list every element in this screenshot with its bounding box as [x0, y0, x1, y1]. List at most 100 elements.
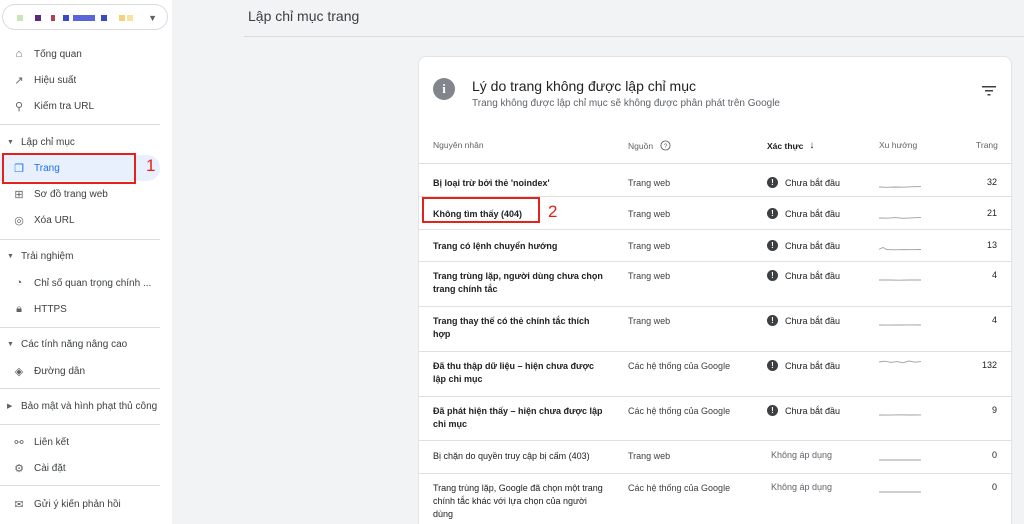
column-header-pages[interactable]: Trang: [976, 140, 998, 150]
row-page-count: 32: [986, 177, 997, 187]
row-source: Trang web: [628, 271, 671, 281]
sitemap-icon: ⊞: [14, 188, 24, 201]
divider: [0, 424, 160, 425]
status-label: Chưa bắt đầu: [785, 208, 841, 219]
table-row[interactable]: Trang thay thế có thẻ chính tắc thích hợ…: [419, 306, 1011, 351]
property-color-dot: [17, 15, 23, 21]
section-label: Bảo mật và hình phạt thủ công: [21, 400, 158, 412]
row-reason: Trang thay thế có thẻ chính tắc thích hợ…: [433, 316, 590, 339]
sidebar-item-label: Tổng quan: [34, 48, 82, 60]
table-row[interactable]: Trang trùng lặp, Google đã chọn một tran…: [419, 473, 1011, 524]
trend-sparkline: [879, 216, 921, 219]
warning-icon: !: [767, 315, 778, 326]
home-icon: ⌂: [15, 48, 23, 60]
caret-down-icon: ▼: [7, 252, 14, 260]
column-header-label: Xu hướng: [879, 140, 918, 150]
row-source: Trang web: [628, 178, 671, 188]
table-row[interactable]: Bị chặn do quyền truy cập bị cấm (403) T…: [419, 440, 1011, 473]
trend-sparkline: [879, 279, 921, 281]
property-color-dot: [63, 15, 69, 21]
row-validation-status: ! Chưa bắt đầu: [767, 240, 840, 251]
trend-sparkline: [879, 459, 921, 461]
sidebar-item-https[interactable]: 🔒︎ HTTPS: [0, 296, 160, 322]
sidebar-item-settings[interactable]: ⚙ Cài đặt: [0, 455, 160, 481]
property-color-dot: [119, 15, 125, 21]
table-row[interactable]: Đã phát hiện thấy – hiện chưa được lập c…: [419, 396, 1011, 440]
section-enhancements[interactable]: ▼ Các tính năng nâng cao: [0, 333, 160, 355]
sidebar-item-url-inspection[interactable]: ⚲ Kiểm tra URL: [0, 93, 160, 119]
sidebar-item-core-web-vitals[interactable]: ◔ Chỉ số quan trọng chính ...: [0, 270, 160, 296]
annotation-number-1: 1: [146, 156, 156, 175]
row-validation-status: Không áp dụng: [771, 450, 832, 460]
column-header-trend[interactable]: Xu hướng: [879, 140, 917, 150]
speed-icon: ◔: [15, 277, 23, 289]
warning-icon: !: [767, 270, 778, 281]
row-validation-status: ! Chưa bắt đầu: [767, 177, 840, 188]
section-experience[interactable]: ▼ Trải nghiệm: [0, 245, 160, 267]
column-header-reason[interactable]: Nguyên nhân: [433, 140, 484, 150]
sidebar-item-sitemaps[interactable]: ⊞ Sơ đồ trang web: [0, 181, 160, 207]
links-icon: ⚯: [14, 436, 24, 449]
property-color-dot: [127, 15, 133, 21]
trend-sparkline: [879, 360, 921, 364]
row-reason: Trang trùng lặp, người dùng chưa chọn tr…: [433, 271, 603, 294]
sidebar-item-removals[interactable]: ◎ Xóa URL: [0, 207, 160, 233]
row-source: Trang web: [628, 241, 671, 251]
section-label: Trải nghiệm: [21, 250, 74, 262]
trend-sparkline: [879, 324, 921, 326]
column-header-label: Nguyên nhân: [433, 140, 484, 150]
sidebar-item-links[interactable]: ⚯ Liên kết: [0, 429, 160, 455]
sidebar-item-label: HTTPS: [34, 303, 67, 315]
sidebar-item-feedback[interactable]: ✉ Gửi ý kiến phản hồi: [0, 491, 160, 517]
sidebar-item-label: Chỉ số quan trọng chính ...: [34, 277, 152, 289]
property-color-dot: [73, 15, 95, 21]
sidebar-item-overview[interactable]: ⌂ Tổng quan: [0, 41, 160, 67]
caret-down-icon: ▼: [148, 13, 157, 23]
row-validation-status: Không áp dụng: [771, 482, 832, 492]
annotation-number-2: 2: [548, 202, 558, 221]
row-page-count: 9: [991, 405, 997, 415]
row-page-count: 132: [981, 360, 997, 370]
table-row[interactable]: Trang trùng lặp, người dùng chưa chọn tr…: [419, 261, 1011, 306]
trend-sparkline: [879, 186, 921, 188]
row-source: Các hệ thống của Google: [628, 406, 731, 416]
column-header-label: Trang: [976, 140, 998, 150]
svg-text:?: ?: [664, 143, 668, 150]
row-page-count: 4: [991, 315, 997, 325]
property-selector[interactable]: ▼: [2, 4, 168, 30]
status-label: Chưa bắt đầu: [785, 240, 841, 251]
section-label: Lập chỉ mục: [21, 136, 75, 148]
column-header-validation[interactable]: Xác thực ↓: [767, 140, 814, 151]
help-icon[interactable]: ?: [660, 140, 671, 151]
sidebar-item-breadcrumbs[interactable]: ◈ Đường dẫn: [0, 358, 160, 384]
warning-icon: !: [767, 360, 778, 371]
row-source: Các hệ thống của Google: [628, 361, 731, 371]
row-validation-status: ! Chưa bắt đầu: [767, 315, 840, 326]
row-page-count: 21: [986, 208, 997, 218]
trend-sparkline: [879, 246, 921, 251]
row-validation-status: ! Chưa bắt đầu: [767, 270, 840, 281]
status-label: Chưa bắt đầu: [785, 270, 841, 281]
table-row[interactable]: Trang có lệnh chuyển hướng Trang web ! Ch…: [419, 229, 1011, 261]
sidebar-item-performance[interactable]: ↗ Hiệu suất: [0, 67, 160, 93]
row-source: Trang web: [628, 209, 671, 219]
column-header-label: Nguồn: [628, 140, 654, 151]
sidebar-item-label: Xóa URL: [34, 214, 75, 226]
section-indexing[interactable]: ▼ Lập chỉ mục: [0, 131, 160, 153]
caret-down-icon: ▼: [7, 138, 14, 146]
table-row[interactable]: Bị loại trừ bởi thẻ 'noindex' Trang web …: [419, 163, 1011, 196]
row-page-count: 0: [991, 482, 997, 492]
visibility-off-icon: ◎: [14, 214, 24, 227]
card-subtitle: Trang không được lập chỉ mục sẽ không đư…: [472, 98, 780, 109]
row-page-count: 0: [991, 450, 997, 460]
row-page-count: 4: [991, 270, 997, 280]
section-security[interactable]: ▶ Bảo mật và hình phạt thủ công: [0, 395, 160, 417]
table-row[interactable]: Đã thu thập dữ liệu – hiện chưa được lập…: [419, 351, 1011, 396]
divider: [0, 485, 160, 486]
sidebar-item-label: Gửi ý kiến phản hồi: [34, 498, 121, 510]
column-header-source[interactable]: Nguồn ?: [628, 140, 671, 151]
filter-icon[interactable]: [982, 85, 996, 97]
section-label: Các tính năng nâng cao: [21, 338, 128, 350]
row-reason: Đã thu thập dữ liệu – hiện chưa được lập…: [433, 361, 594, 384]
trend-sparkline: [879, 414, 921, 416]
